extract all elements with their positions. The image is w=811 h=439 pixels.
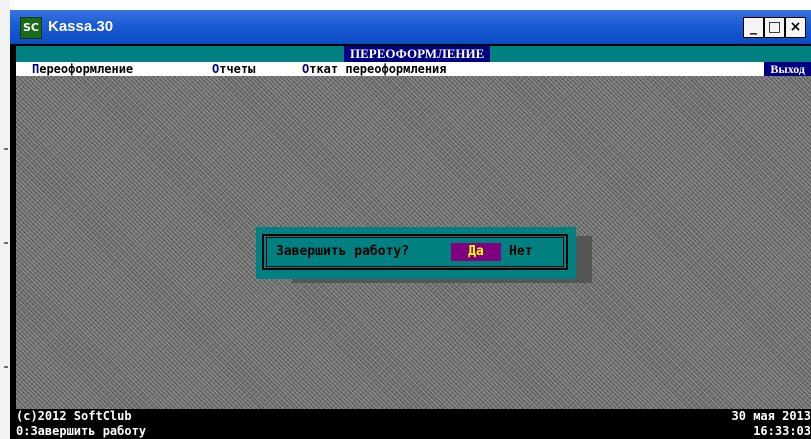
menu-item-label: ткат переоформления <box>309 62 447 76</box>
edge-mark <box>4 148 8 150</box>
status-bar: (c)2012 SoftClub 0:Завершить работу 30 м… <box>16 409 811 439</box>
desktop-edge <box>0 0 10 439</box>
yes-button[interactable]: Да <box>451 243 501 261</box>
app-icon[interactable]: SC <box>20 17 42 39</box>
status-time: 16:33:03 <box>753 424 811 438</box>
console-screen: ПЕРЕОФОРМЛЕНИЕ Переоформление Отчеты Отк… <box>16 46 811 439</box>
copyright-text: (c)2012 SoftClub <box>16 409 132 423</box>
menu-item-rollback[interactable]: Откат переоформления <box>302 62 447 76</box>
maximize-button[interactable]: □ <box>764 17 785 38</box>
exit-confirm-dialog: Завершить работу? Да Нет <box>256 227 576 279</box>
close-button[interactable]: × <box>785 17 806 38</box>
menu-item-reports[interactable]: Отчеты <box>212 62 255 76</box>
edge-mark <box>4 242 8 244</box>
dialog-shadow <box>576 236 592 283</box>
header-bar: ПЕРЕОФОРМЛЕНИЕ <box>16 46 811 62</box>
screen-title: ПЕРЕОФОРМЛЕНИЕ <box>344 46 491 62</box>
window-title: Kassa.30 <box>48 18 114 35</box>
title-bar[interactable]: SC Kassa.30 _ □ × <box>10 10 811 44</box>
desktop-background: Завершить работу? Да Нет <box>16 76 811 409</box>
exit-menu-button[interactable]: Выход <box>764 62 811 76</box>
minimize-button[interactable]: _ <box>743 17 764 38</box>
no-button[interactable]: Нет <box>509 243 532 261</box>
status-date: 30 мая 2013 <box>731 409 811 423</box>
menu-item-reissue[interactable]: Переоформление <box>32 62 133 76</box>
edge-mark <box>4 366 8 368</box>
menu-item-label: тчеты <box>219 62 256 76</box>
menu-bar: Переоформление Отчеты Откат переоформлен… <box>16 62 811 76</box>
status-hint: 0:Завершить работу <box>16 424 147 438</box>
menu-item-label: ереоформление <box>39 62 134 76</box>
dialog-question: Завершить работу? <box>276 244 410 259</box>
app-window: SC Kassa.30 _ □ × ПЕРЕОФОРМЛЕНИЕ Переофо… <box>10 10 811 439</box>
